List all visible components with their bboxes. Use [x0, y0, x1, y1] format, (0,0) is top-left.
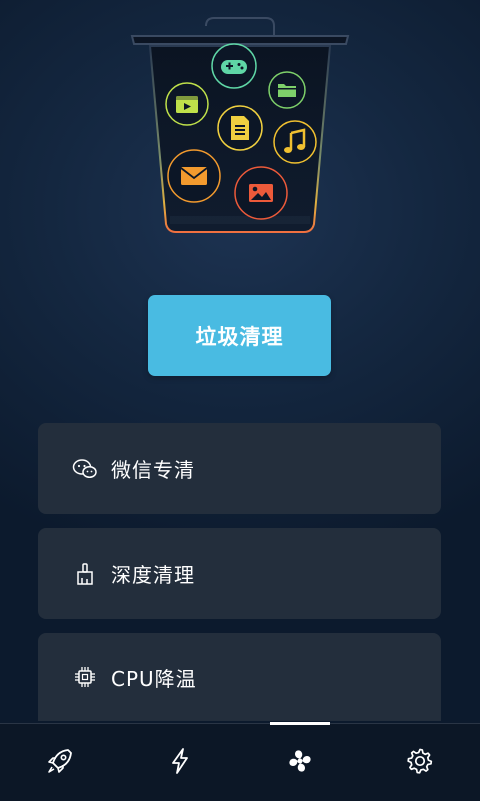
- tab-settings[interactable]: [360, 724, 480, 801]
- music-icon: [273, 120, 317, 164]
- tab-cleaner[interactable]: [240, 724, 360, 801]
- mail-icon: [167, 149, 221, 203]
- trash-can-illustration: [120, 8, 360, 248]
- video-icon: [165, 82, 209, 126]
- brush-icon: [71, 560, 99, 588]
- rocket-icon: [46, 747, 74, 779]
- gamepad-icon: [211, 43, 257, 89]
- feature-card-deep-clean[interactable]: 深度清理: [38, 528, 441, 619]
- folder-icon: [268, 71, 306, 109]
- fan-icon: [286, 747, 314, 779]
- document-icon: [217, 105, 263, 151]
- bottom-tab-bar: [0, 722, 480, 801]
- feature-card-cpu-cooling[interactable]: CPU降温: [38, 633, 441, 721]
- tab-speed-boost[interactable]: [0, 724, 120, 801]
- tab-battery-saver[interactable]: [120, 724, 240, 801]
- lightning-icon: [168, 747, 192, 779]
- cpu-chip-icon: [71, 663, 99, 691]
- wechat-icon: [71, 455, 99, 483]
- feature-label: 微信专清: [111, 458, 195, 482]
- gear-icon: [406, 747, 434, 779]
- feature-label: CPU降温: [111, 666, 197, 691]
- junk-clean-button[interactable]: 垃圾清理: [148, 295, 331, 376]
- feature-label: 深度清理: [111, 563, 195, 587]
- feature-card-wechat-clean[interactable]: 微信专清: [38, 423, 441, 514]
- image-icon: [234, 166, 288, 220]
